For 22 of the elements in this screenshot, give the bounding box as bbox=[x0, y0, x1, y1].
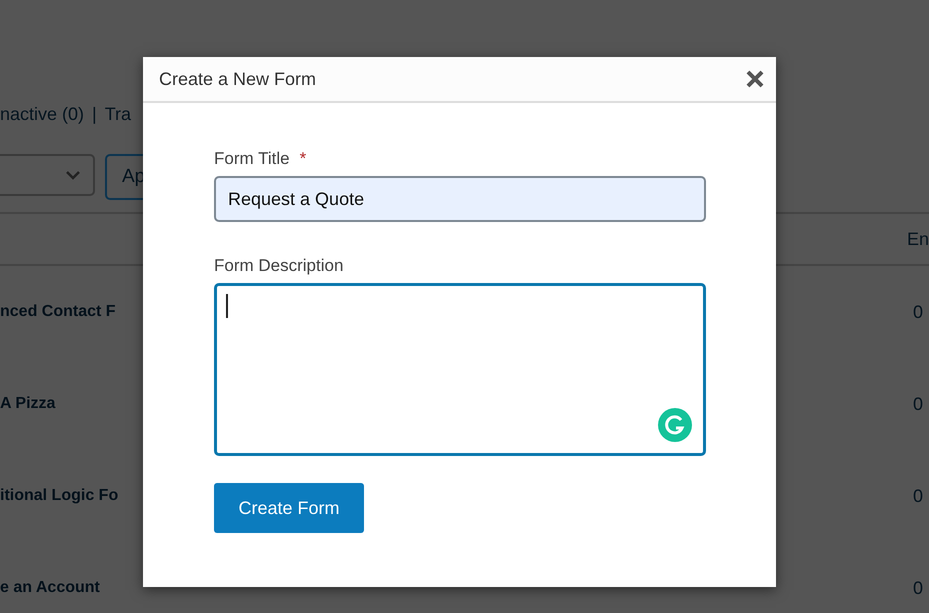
dialog-title: Create a New Form bbox=[159, 68, 316, 90]
description-textarea[interactable] bbox=[214, 283, 706, 456]
form-title-link[interactable]: e an Account bbox=[0, 579, 100, 597]
form-title-input[interactable]: Request a Quote bbox=[214, 176, 706, 222]
close-icon[interactable] bbox=[746, 70, 764, 88]
separator: | bbox=[92, 104, 97, 124]
filter-link[interactable]: nactive (0) bbox=[0, 104, 84, 124]
form-title-link[interactable]: nced Contact F bbox=[0, 303, 116, 321]
field-label: Form Description bbox=[214, 256, 344, 276]
entries-count: 0 bbox=[912, 302, 923, 322]
text-cursor bbox=[226, 294, 228, 318]
form-title-link[interactable]: itional Logic Fo bbox=[0, 487, 118, 505]
field-label: Form Title bbox=[214, 149, 290, 169]
required-mark: * bbox=[300, 149, 306, 169]
entries-count: 0 bbox=[912, 486, 923, 506]
column-header: En bbox=[907, 228, 929, 250]
chevron-down-icon bbox=[65, 170, 81, 180]
entries-count: 0 bbox=[912, 578, 923, 598]
create-form-button[interactable]: Create Form bbox=[214, 483, 364, 533]
filter-link[interactable]: Tra bbox=[104, 104, 132, 124]
form-title-link[interactable]: A Pizza bbox=[0, 395, 56, 413]
entries-count: 0 bbox=[912, 394, 923, 414]
